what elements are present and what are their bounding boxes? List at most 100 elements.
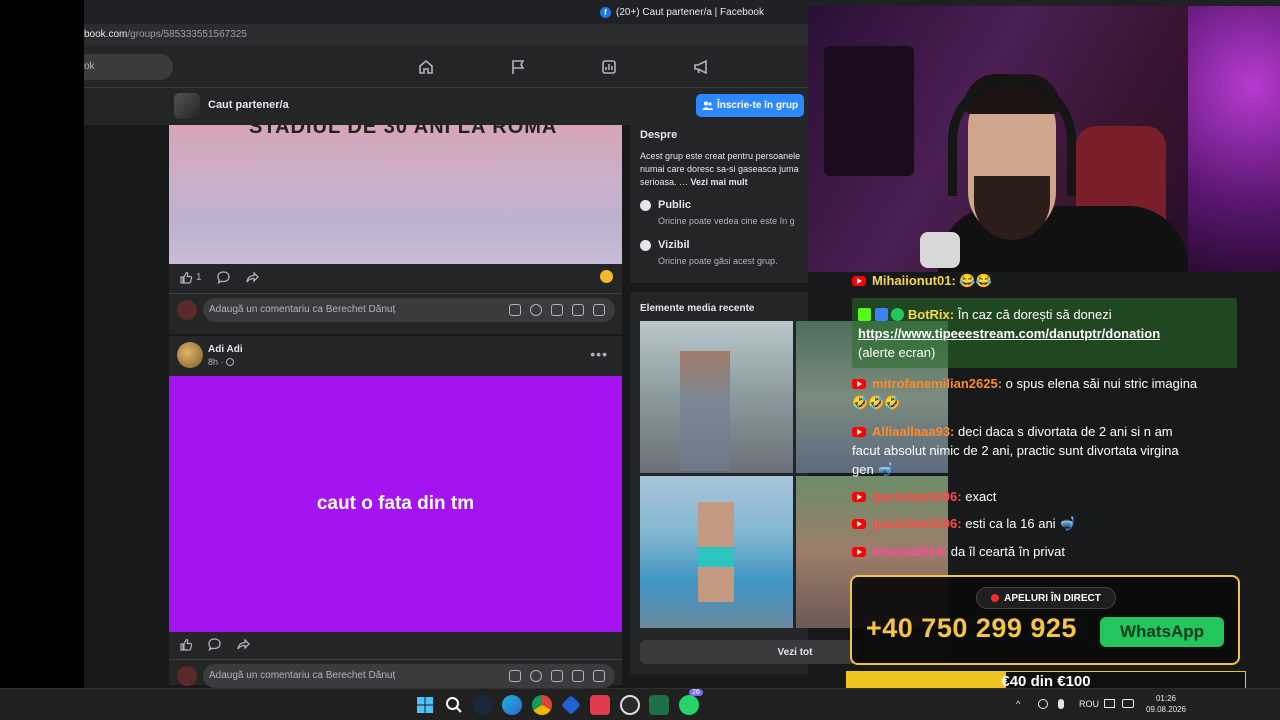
emoji-icon[interactable] [530,670,542,682]
public-row: Public Oricine poate vedea cine este în … [640,199,798,229]
chat-text: exact [965,489,997,504]
network-icon[interactable] [1038,699,1048,709]
chat-text: esti ca la 16 ani 🤿 [965,516,1076,531]
more-options-icon[interactable]: ••• [590,346,608,362]
speaker-icon[interactable] [1122,699,1134,708]
shelf-shape [824,46,914,176]
live-calls-overlay: APELURI ÎN DIRECT +40 750 299 925 WhatsA… [850,575,1240,665]
display-icon[interactable] [1104,699,1115,708]
chrome-icon[interactable] [532,695,552,715]
excel-icon[interactable] [649,695,669,715]
post-1-comment-row: Adaugă un comentariu ca Berechet Dănuț [169,296,622,326]
globe-icon [640,200,651,211]
tray-chevron-icon[interactable]: ^ [1016,699,1020,709]
join-group-button[interactable]: Înscrie-te în grup [696,94,804,117]
gif-icon[interactable] [572,670,584,682]
taskbar-clock[interactable]: 01:26 09.08.2026 [1140,693,1192,715]
purple-light [1188,6,1280,272]
chat-text: 😂😂 [959,273,992,288]
search-icon[interactable] [444,695,464,715]
chat-message: mitrofanemilian2625: o spus elena săi nu… [852,374,1244,412]
avatar-sticker-icon[interactable] [509,304,521,316]
verified-badge-icon [891,308,905,321]
author-avatar[interactable] [177,342,203,368]
post-1-actions: 1 [179,270,260,285]
obs-icon[interactable] [620,695,640,715]
edge-icon[interactable] [502,695,522,715]
avatar-sticker-icon[interactable] [509,670,521,682]
visible-title: Vizibil [658,239,690,251]
comment-tools [509,670,605,682]
camera-icon[interactable] [551,670,563,682]
steam-icon[interactable] [473,695,493,715]
eye-icon [640,240,651,251]
commenter-avatar [177,300,197,320]
recent-media-panel: Elemente media recente Vezi tot [630,292,950,674]
streamer-webcam [808,6,1280,272]
group-name[interactable]: Caut partener/a [208,99,289,111]
chat-username: bluana2014: [872,544,948,559]
post-2-footer: Adaugă un comentariu ca Berechet Dănuț [169,632,622,688]
about-line-1: Acest grup este creat pentru persoanele [640,151,801,161]
youtube-icon [852,547,866,557]
post-author[interactable]: Adi Adi [208,344,243,355]
comment-icon[interactable] [207,637,222,652]
sticker-icon[interactable] [593,670,605,682]
group-header: Caut partener/a Înscrie-te în grup [84,88,808,125]
join-group-label: Înscrie-te în grup [716,100,799,111]
donation-link[interactable]: https://www.tipeeestream.com/danutptr/do… [858,326,1160,341]
app-icon[interactable] [561,695,581,715]
chat-message: bluana2014: da îl ceartă în privat [852,542,1065,561]
emoji-icon[interactable] [530,304,542,316]
chat-text: deci daca s divortata de 2 ani si n am [958,424,1173,439]
microphone-icon [920,232,960,268]
chat-text-line2: 🤣🤣🤣 [852,395,901,410]
comment-placeholder: Adaugă un comentariu ca Berechet Dănuț [209,670,396,681]
comment-icon[interactable] [216,270,231,285]
microphone-tray-icon[interactable] [1058,699,1064,709]
facebook-search-input[interactable]: ok [84,54,173,80]
share-icon[interactable] [236,637,251,652]
youtube-icon [852,492,866,502]
thumbs-up-icon[interactable] [179,638,193,652]
emoji-reaction-icon[interactable] [600,270,613,283]
chat-text-line2: facut absolut nimic de 2 ani, practic su… [852,443,1179,458]
visible-row: Vizibil Oricine poate găsi acest grup. [640,239,798,269]
share-icon[interactable] [245,270,260,285]
whatsapp-icon[interactable]: 26 [679,689,703,715]
streaming-app-icon[interactable] [590,695,610,715]
chat-username: mitrofanemilian2625: [872,376,1003,391]
like-button[interactable]: 1 [179,271,202,285]
windows-start-icon[interactable] [415,695,435,715]
group-avatar[interactable] [174,93,200,119]
about-description: Acest grup este creat pentru persoanele … [640,150,830,189]
post-2-header: Adi Adi 8h · ••• [169,336,622,376]
post-image-sky[interactable]: STADIUL DE 30 ANI LA ROMA [169,125,622,264]
megaphone-icon[interactable] [692,58,710,76]
sticker-icon[interactable] [593,304,605,316]
chat-username: Alliaallaaa93: [872,424,955,439]
home-icon[interactable] [417,58,435,76]
about-line-3: serioasa. … [640,177,689,187]
chat-text: În caz că dorești să donezi [957,307,1112,322]
post-2-comment-input[interactable]: Adaugă un comentariu ca Berechet Dănuț [203,664,615,688]
see-more-link[interactable]: Vezi mai mult [691,177,748,187]
language-indicator[interactable]: ROU [1079,699,1099,709]
gif-icon[interactable] [572,304,584,316]
media-photo-1[interactable] [640,321,793,473]
live-dot-icon [991,594,1000,602]
chat-message: Mihaiionut01: 😂😂 [852,271,992,290]
flag-icon[interactable] [509,58,527,76]
post-2-text-background[interactable]: caut o fata din tm [169,376,622,632]
comment-placeholder: Adaugă un comentariu ca Berechet Dănuț [209,304,396,315]
visible-text: Oricine poate găsi acest grup. [658,256,778,266]
post-time-text: 8h · [208,357,224,367]
clock-date: 09.08.2026 [1145,705,1187,714]
media-photo-3[interactable] [640,476,793,628]
person-shape [680,351,730,471]
chat-message: gasiulian5396: exact [852,487,996,506]
camera-icon[interactable] [551,304,563,316]
ad-center-icon[interactable] [600,58,618,76]
url-host: book.com [84,29,128,40]
post-1-comment-input[interactable]: Adaugă un comentariu ca Berechet Dănuț [203,298,615,322]
